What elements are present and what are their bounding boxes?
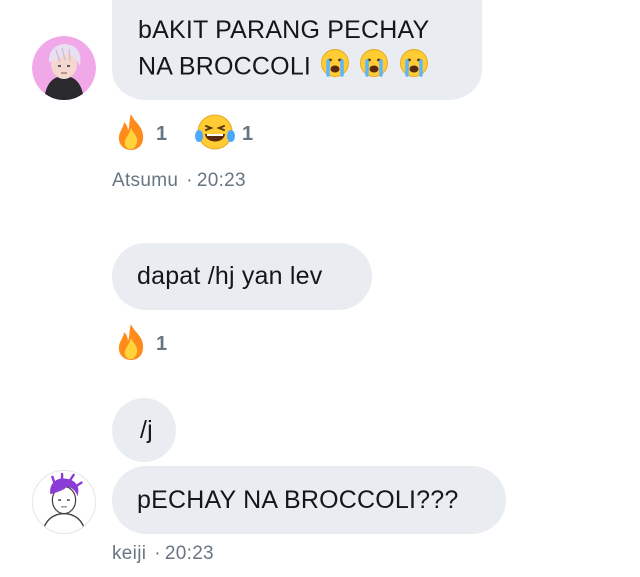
reaction-count: 1 [156,332,168,355]
reaction-count: 1 [242,122,254,145]
message-bubble-keiji-1[interactable]: dapat /hj yan lev [112,243,372,310]
message-meta-atsumu: Atsumu · 20:23 [112,170,246,192]
sender-name[interactable]: Atsumu [112,170,178,191]
avatar-atsumu[interactable] [32,36,96,100]
timestamp: 20:23 [196,170,246,191]
separator-dot: · [154,543,161,564]
message-bubble-keiji-2[interactable]: /j [112,398,176,462]
dm-conversation: bAKIT PARANG PECHAY NA BROCCOLI 1 1 Atsu… [0,0,640,577]
message-line-1: bAKIT PARANG PECHAY [138,16,430,44]
message-meta-keiji: keiji · 20:23 [112,543,214,565]
message-line-2-text: NA BROCCOLI [138,52,312,81]
fire-icon [112,112,150,157]
separator-dot: · [186,170,193,191]
sender-name[interactable]: keiji [112,543,146,564]
crying-face-icon [320,48,350,88]
reaction-laughing[interactable]: 1 [194,114,253,154]
reaction-fire[interactable]: 1 [112,322,168,367]
message-text: /j [140,416,153,444]
laughing-tears-icon [194,112,236,157]
message-text: pECHAY NA BROCCOLI??? [137,486,459,514]
message-bubble-atsumu[interactable]: bAKIT PARANG PECHAY NA BROCCOLI [112,0,482,100]
message-bubble-keiji-3[interactable]: pECHAY NA BROCCOLI??? [112,466,506,534]
avatar-keiji[interactable] [32,470,96,534]
reaction-fire[interactable]: 1 [112,112,168,157]
crying-face-icon [399,48,429,88]
reaction-count: 1 [156,122,168,145]
message-text: dapat /hj yan lev [137,262,323,290]
fire-icon [112,322,150,367]
timestamp: 20:23 [164,543,214,564]
message-line-2: NA BROCCOLI [138,48,456,88]
crying-face-icon [359,48,389,88]
